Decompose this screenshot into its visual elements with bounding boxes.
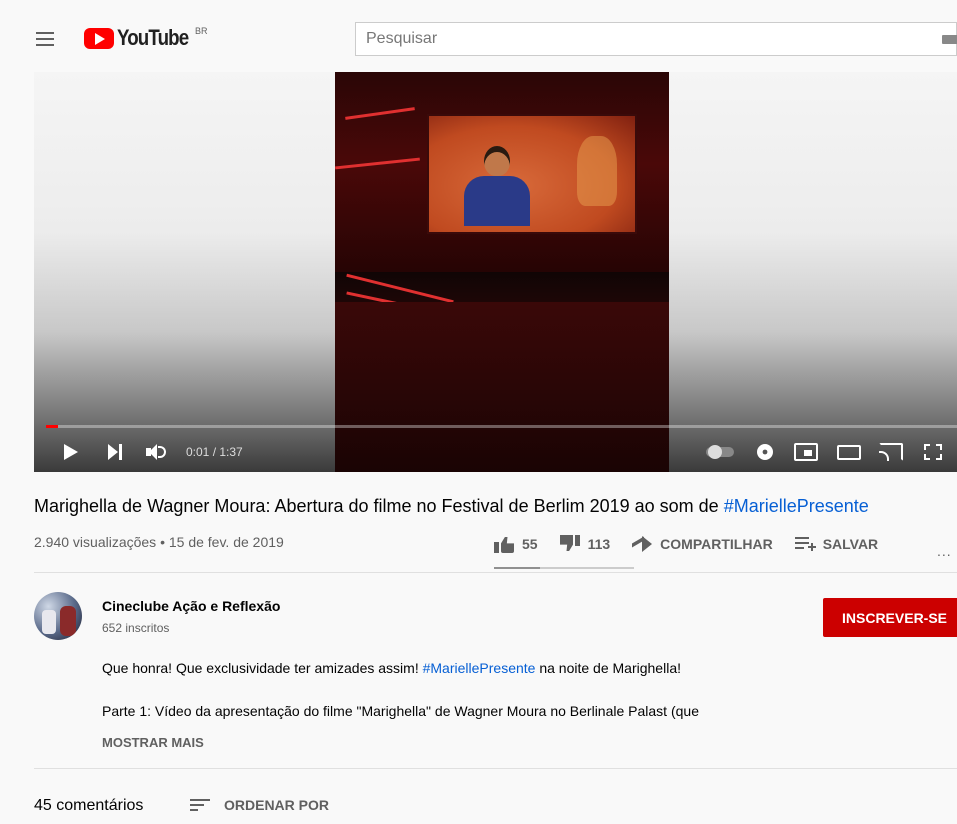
video-actions: 55 113 COMPARTILHAR SALVAR [494,534,900,554]
channel-avatar[interactable] [34,592,82,640]
progress-played [46,425,58,428]
fullscreen-icon[interactable] [924,444,942,460]
save-button[interactable]: SALVAR [794,536,879,552]
share-label: COMPARTILHAR [660,536,773,552]
player-controls: 0:01 / 1:37 [34,432,957,472]
sort-label: ORDENAR POR [224,797,330,813]
show-more-button[interactable]: MOSTRAR MAIS [102,735,204,750]
country-code: BR [195,26,208,36]
description-text: na noite de Marighella! [535,660,681,676]
time-display: 0:01 / 1:37 [186,445,243,459]
video-title: Marighella de Wagner Moura: Abertura do … [34,496,869,517]
top-bar: YouTube BR [0,0,957,72]
title-hashtag-link[interactable]: #MariellePresente [724,496,869,516]
thumbs-up-icon [494,535,514,553]
more-actions-icon[interactable]: ... [937,543,952,559]
hamburger-menu-icon[interactable] [36,32,54,46]
autoplay-toggle-icon[interactable] [706,445,734,459]
playlist-add-icon [794,537,816,551]
video-title-text: Marighella de Wagner Moura: Abertura do … [34,496,724,516]
sentiment-bar [494,567,634,569]
video-scene-screen [427,114,637,234]
save-label: SALVAR [822,536,879,552]
channel-name[interactable]: Cineclube Ação e Reflexão [102,598,280,614]
keyboard-icon[interactable] [942,35,957,44]
search-box [355,22,957,56]
like-button[interactable]: 55 [494,535,538,553]
description-line-2: Parte 1: Vídeo da apresentação do filme … [102,703,699,719]
video-scene-person [464,146,530,226]
subscriber-count: 652 inscritos [102,621,170,635]
dislike-count: 113 [587,536,611,552]
video-meta: 2.940 visualizações • 15 de fev. de 2019 [34,534,284,550]
description-line-1: Que honra! Que exclusividade ter amizade… [102,660,681,676]
video-frame[interactable] [335,72,669,472]
description-hashtag-link[interactable]: #MariellePresente [423,660,536,676]
sort-icon [190,799,210,811]
progress-bar[interactable] [46,425,957,428]
share-arrow-icon [632,536,653,552]
miniplayer-icon[interactable] [794,443,818,461]
youtube-play-icon [84,27,114,49]
like-count: 55 [522,536,538,552]
youtube-logo[interactable]: YouTube BR [84,24,208,52]
share-button[interactable]: COMPARTILHAR [632,536,773,552]
dislike-button[interactable]: 113 [560,535,611,553]
video-scene-bear [577,136,617,206]
sort-by-button[interactable]: ORDENAR POR [190,797,329,813]
settings-gear-icon[interactable] [758,445,772,459]
thumbs-down-icon [560,535,580,553]
divider [34,768,957,769]
cast-icon[interactable] [879,443,903,461]
search-input[interactable] [356,23,956,55]
video-player[interactable]: 0:01 / 1:37 [34,72,957,472]
divider [34,572,957,573]
play-icon[interactable] [64,444,78,460]
sentiment-bar-likes [494,567,541,569]
comments-count: 45 comentários [34,797,144,814]
next-icon[interactable] [108,444,122,460]
logo-text: YouTube [117,25,189,50]
subscribe-button[interactable]: INSCREVER-SE [823,598,957,637]
description-text: Que honra! Que exclusividade ter amizade… [102,660,423,676]
theater-mode-icon[interactable] [837,445,861,460]
